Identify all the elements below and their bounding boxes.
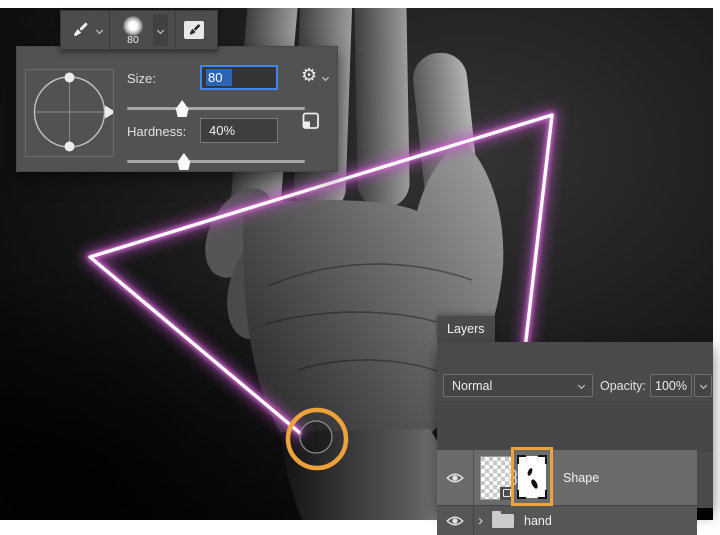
- panel-spacer: [437, 401, 713, 451]
- layers-tab-label: Layers: [447, 322, 485, 336]
- brush-settings-panel-toggle-icon[interactable]: [183, 20, 206, 41]
- hardness-value: 40%: [209, 123, 236, 138]
- hardness-slider-track: [127, 160, 305, 163]
- chevron-down-icon: [156, 26, 165, 34]
- blend-mode-value: Normal: [452, 378, 493, 393]
- folder-icon[interactable]: [492, 510, 514, 528]
- size-value: 80: [206, 69, 233, 86]
- brush-angle-roundness-control[interactable]: [25, 69, 116, 157]
- blend-mode-dropdown[interactable]: Normal: [443, 374, 593, 397]
- mask-paint-mark: [529, 478, 540, 490]
- gear-icon[interactable]: ⚙: [301, 65, 317, 85]
- size-slider[interactable]: [127, 99, 305, 119]
- size-label: Size:: [127, 71, 156, 86]
- layers-panel-tab[interactable]: Layers: [437, 316, 495, 342]
- angle-arrow-handle[interactable]: [105, 105, 116, 119]
- hardness-label: Hardness:: [127, 124, 187, 139]
- roundness-handle-bottom[interactable]: [64, 141, 75, 152]
- mask-selected-corner: [538, 490, 547, 499]
- options-bar: 80: [60, 10, 218, 50]
- opacity-dropdown-button[interactable]: [694, 374, 712, 397]
- mask-paint-mark: [526, 467, 534, 477]
- layers-panel: Layers Normal Opacity: 100% Shape › hand: [437, 316, 713, 535]
- blend-options-row: Normal Opacity: 100%: [437, 372, 713, 401]
- brush-preset-preview[interactable]: 80: [117, 15, 149, 46]
- group-disclosure-icon[interactable]: ›: [478, 513, 483, 528]
- opacity-label: Opacity:: [600, 379, 646, 393]
- brush-cursor[interactable]: [299, 420, 333, 454]
- mask-selected-corner: [517, 455, 526, 464]
- visibility-toggle[interactable]: [437, 450, 474, 505]
- layer-name: Shape: [563, 470, 600, 485]
- chevron-down-icon: [577, 381, 586, 390]
- shape-layer-badge-icon: [500, 486, 513, 500]
- layer-row-hand[interactable]: › hand: [437, 505, 697, 535]
- opacity-value: 100%: [655, 378, 687, 393]
- brush-settings-popup: Size: 80 ⚙ Hardness: 40%: [16, 46, 338, 172]
- size-slider-track: [127, 107, 305, 110]
- brush-tool-chevron-down-icon[interactable]: [95, 26, 104, 34]
- size-slider-thumb[interactable]: [175, 100, 189, 117]
- opacity-input[interactable]: 100%: [650, 374, 692, 397]
- divider: [109, 11, 110, 49]
- brush-size-readout: 80: [127, 33, 139, 46]
- gear-menu-chevron-icon: [321, 73, 330, 82]
- mask-selected-corner: [538, 455, 547, 464]
- hardness-slider-thumb[interactable]: [177, 153, 191, 170]
- brush-preset-picker-chevron[interactable]: [153, 14, 168, 46]
- divider: [175, 11, 176, 49]
- hardness-slider[interactable]: [127, 152, 305, 172]
- brush-tool-icon[interactable]: [69, 19, 91, 41]
- chevron-down-icon: [699, 381, 707, 390]
- layers-panel-body: Normal Opacity: 100% Shape › hand: [437, 342, 713, 535]
- size-input[interactable]: 80: [200, 65, 278, 90]
- mask-selected-corner: [517, 490, 526, 499]
- layer-name: hand: [524, 513, 552, 528]
- hardness-input[interactable]: 40%: [200, 118, 278, 143]
- eye-icon: [446, 473, 464, 482]
- visibility-toggle[interactable]: [437, 506, 474, 535]
- soft-brush-preview-icon: [123, 15, 143, 36]
- layer-row-shape[interactable]: Shape: [437, 447, 697, 506]
- mask-link-icon[interactable]: [507, 469, 518, 486]
- eye-icon: [446, 516, 464, 525]
- new-brush-preset-icon[interactable]: [301, 111, 321, 131]
- roundness-handle-top[interactable]: [64, 72, 75, 83]
- layer-mask-thumbnail[interactable]: [517, 455, 547, 499]
